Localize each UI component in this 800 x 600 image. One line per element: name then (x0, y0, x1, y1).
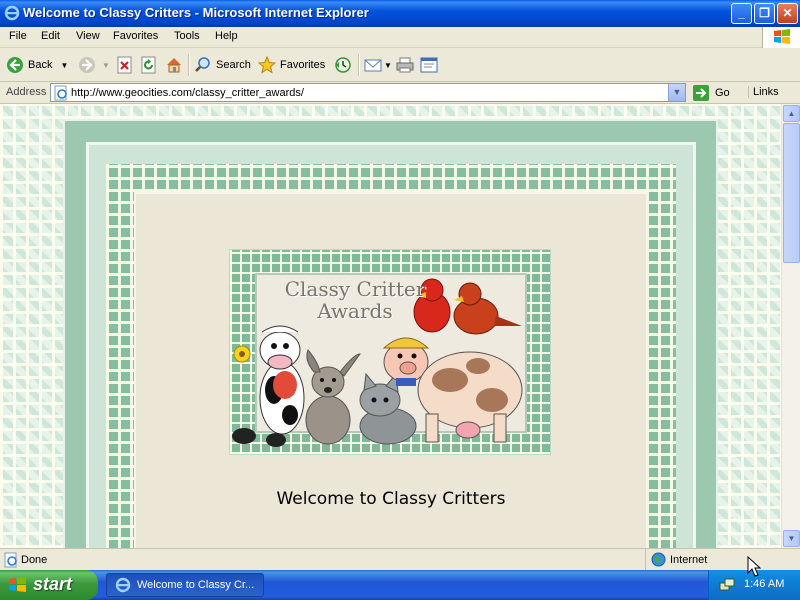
windows-logo (762, 27, 800, 48)
back-arrow-icon (7, 57, 23, 73)
mouse-cursor-icon (747, 556, 761, 577)
history-button[interactable] (334, 54, 352, 76)
search-icon (195, 57, 210, 72)
menu-favorites[interactable]: Favorites (113, 30, 158, 42)
minimize-button[interactable]: _ (731, 3, 752, 24)
title-bar[interactable]: Welcome to Classy Critters - Microsoft I… (0, 0, 800, 27)
address-bar: Address ▼ Go Links (0, 82, 800, 104)
banner-title: Classy Critter Awards (260, 278, 450, 322)
back-button[interactable]: Back ▼ (6, 54, 68, 76)
menu-tools[interactable]: Tools (174, 30, 200, 42)
go-button[interactable]: Go (692, 84, 730, 102)
refresh-icon (141, 56, 156, 74)
internet-explorer-icon (4, 5, 20, 21)
status-bar: Done Internet (0, 548, 800, 570)
globe-icon (651, 552, 666, 567)
history-icon (335, 57, 351, 73)
go-arrow-icon (693, 85, 709, 101)
menu-help[interactable]: Help (215, 30, 238, 42)
scroll-thumb[interactable] (783, 123, 800, 263)
mail-icon (364, 59, 382, 72)
menu-edit[interactable]: Edit (41, 30, 60, 42)
back-label: Back (28, 59, 53, 71)
search-button[interactable]: Search (194, 54, 251, 76)
scroll-down-arrow-icon[interactable]: ▼ (783, 530, 800, 547)
address-field[interactable]: ▼ (50, 83, 686, 102)
zone-label: Internet (670, 554, 708, 566)
search-label: Search (216, 59, 251, 71)
windows-flag-icon (774, 29, 790, 44)
page-icon (54, 85, 67, 101)
stop-button[interactable] (116, 54, 134, 76)
favorites-star-icon (258, 56, 276, 74)
window-title: Welcome to Classy Critters - Microsoft I… (23, 5, 369, 20)
refresh-button[interactable] (140, 54, 158, 76)
back-dropdown-icon[interactable]: ▼ (60, 61, 68, 70)
home-icon (167, 58, 181, 73)
forward-arrow-icon (79, 57, 95, 73)
links-button[interactable]: Links (748, 86, 779, 98)
print-button[interactable] (396, 54, 414, 76)
menu-bar: File Edit View Favorites Tools Help (0, 27, 800, 48)
forward-button[interactable]: ▼ (78, 54, 110, 76)
start-button[interactable]: start (0, 570, 98, 600)
vertical-scrollbar[interactable]: ▲ ▼ (781, 104, 800, 548)
favorites-label: Favorites (280, 59, 326, 71)
network-icon[interactable] (719, 577, 735, 593)
classy-critter-banner: Classy Critter Awards (229, 249, 551, 455)
go-label: Go (715, 87, 730, 99)
stop-icon (117, 56, 132, 74)
clock[interactable]: 1:46 AM (744, 578, 784, 590)
edit-page-icon (420, 57, 438, 73)
close-button[interactable]: ✕ (777, 3, 798, 24)
taskbar-item-label: Welcome to Classy Cr... (137, 579, 255, 591)
welcome-heading: Welcome to Classy Critters (276, 489, 506, 509)
maximize-button[interactable]: ❐ (754, 3, 775, 24)
banner-title-line1: Classy Critter (284, 277, 426, 301)
security-zone: Internet (645, 549, 800, 570)
favorites-button[interactable]: Favorites (258, 54, 325, 76)
address-input[interactable] (71, 85, 661, 100)
toolbar-separator-2 (358, 54, 360, 76)
home-button[interactable] (165, 54, 183, 76)
mail-button[interactable]: ▼ (364, 54, 392, 76)
taskbar-item-browser[interactable]: Welcome to Classy Cr... (106, 573, 264, 597)
internet-explorer-icon (115, 577, 131, 593)
standard-toolbar: Back ▼ ▼ Search Favorites ▼ (0, 48, 800, 82)
status-text: Done (21, 554, 48, 566)
windows-flag-icon (9, 577, 26, 592)
toolbar-separator (188, 54, 190, 76)
start-label: start (33, 574, 73, 594)
brown-cow-graphic (417, 351, 523, 443)
address-dropdown-icon[interactable]: ▼ (668, 84, 685, 101)
edit-page-button[interactable] (420, 54, 438, 76)
print-icon (396, 57, 414, 73)
forward-dropdown-icon[interactable]: ▼ (102, 61, 110, 70)
banner-title-line2: Awards (317, 299, 393, 323)
page-content: Classy Critter Awards Welcome to Classy … (0, 104, 781, 548)
mail-dropdown-icon[interactable]: ▼ (384, 61, 392, 70)
menu-view[interactable]: View (76, 30, 100, 42)
taskbar: start Welcome to Classy Cr... 1:46 AM (0, 570, 800, 600)
page-done-icon (4, 552, 17, 568)
menu-file[interactable]: File (9, 30, 27, 42)
address-label: Address (6, 86, 47, 98)
scroll-up-arrow-icon[interactable]: ▲ (783, 105, 800, 122)
